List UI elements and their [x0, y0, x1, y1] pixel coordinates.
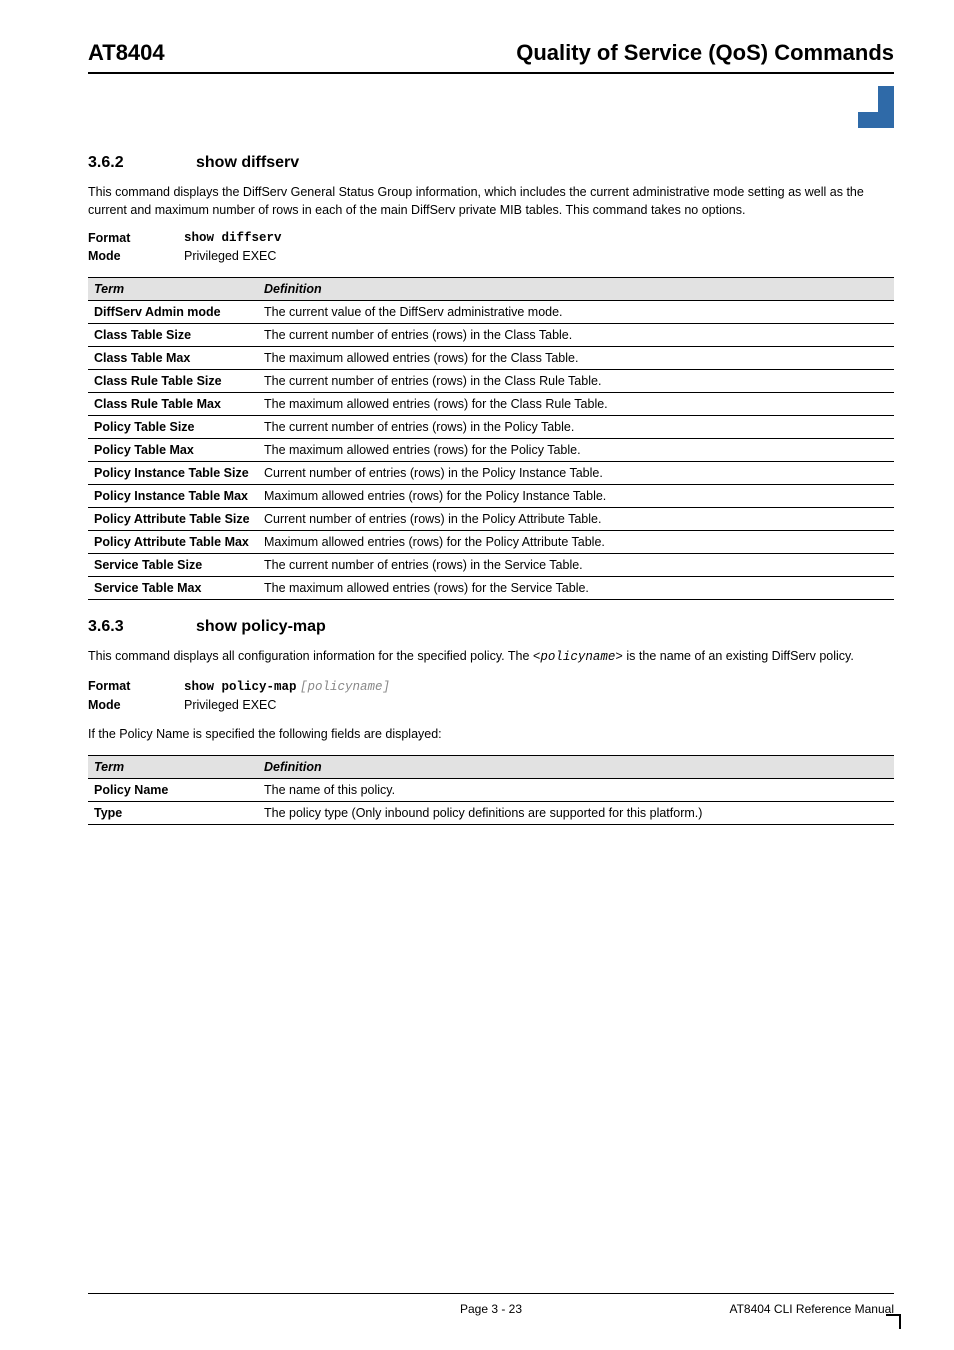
term-cell: Policy Attribute Table Size: [88, 508, 258, 531]
term-cell: Class Table Max: [88, 347, 258, 370]
section-title: show diffserv: [196, 154, 299, 172]
table-row: Class Rule Table SizeThe current number …: [88, 370, 894, 393]
format-cmd: show policy-map: [184, 680, 297, 694]
mode-label: Mode: [88, 698, 184, 712]
def-cell: The current number of entries (rows) in …: [258, 370, 894, 393]
term-cell: Policy Instance Table Max: [88, 485, 258, 508]
def-cell: The policy type (Only inbound policy def…: [258, 802, 894, 825]
section-number: 3.6.2: [88, 154, 144, 172]
crop-mark-icon: [886, 1301, 914, 1334]
term-cell: Policy Table Size: [88, 416, 258, 439]
section-intro: This command displays all configuration …: [88, 648, 894, 667]
table-row: Policy Attribute Table MaxMaximum allowe…: [88, 531, 894, 554]
policy-fields-table: Term Definition Policy NameThe name of t…: [88, 755, 894, 825]
table-row: Service Table MaxThe maximum allowed ent…: [88, 577, 894, 600]
term-cell: Policy Attribute Table Max: [88, 531, 258, 554]
term-cell: Policy Name: [88, 779, 258, 802]
table-row: Policy Attribute Table SizeCurrent numbe…: [88, 508, 894, 531]
intro-post: is the name of an existing DiffServ poli…: [623, 649, 854, 663]
def-cell: The name of this policy.: [258, 779, 894, 802]
def-cell: Current number of entries (rows) in the …: [258, 462, 894, 485]
def-cell: The current number of entries (rows) in …: [258, 416, 894, 439]
page-footer: Page 3 - 23 AT8404 CLI Reference Manual: [88, 1293, 894, 1316]
def-cell: The maximum allowed entries (rows) for t…: [258, 439, 894, 462]
section-title: show policy-map: [196, 618, 326, 636]
def-cell: The current number of entries (rows) in …: [258, 324, 894, 347]
term-cell: Type: [88, 802, 258, 825]
term-cell: Class Rule Table Max: [88, 393, 258, 416]
def-cell: The current value of the DiffServ admini…: [258, 301, 894, 324]
col-definition: Definition: [258, 756, 894, 779]
table-row: Class Table SizeThe current number of en…: [88, 324, 894, 347]
def-cell: The maximum allowed entries (rows) for t…: [258, 347, 894, 370]
format-label: Format: [88, 231, 184, 245]
header-rule: [88, 72, 894, 74]
intro-code: <policyname>: [533, 650, 623, 664]
mode-value: Privileged EXEC: [184, 249, 276, 263]
table-row: Class Rule Table MaxThe maximum allowed …: [88, 393, 894, 416]
table-row: Policy Table SizeThe current number of e…: [88, 416, 894, 439]
format-label: Format: [88, 679, 184, 694]
table-row: Policy Instance Table MaxMaximum allowed…: [88, 485, 894, 508]
fields-note: If the Policy Name is specified the foll…: [88, 726, 894, 744]
mode-value: Privileged EXEC: [184, 698, 276, 712]
table-row: Policy NameThe name of this policy.: [88, 779, 894, 802]
doc-model: AT8404: [88, 40, 165, 66]
section-intro: This command displays the DiffServ Gener…: [88, 184, 894, 219]
term-cell: Policy Instance Table Size: [88, 462, 258, 485]
mode-label: Mode: [88, 249, 184, 263]
def-cell: Current number of entries (rows) in the …: [258, 508, 894, 531]
brand-mark: [88, 86, 894, 136]
footer-rule: [88, 1293, 894, 1294]
format-value: show diffserv: [184, 231, 282, 245]
doc-chapter-title: Quality of Service (QoS) Commands: [516, 40, 894, 66]
def-cell: Maximum allowed entries (rows) for the P…: [258, 485, 894, 508]
format-arg: [policyname]: [300, 680, 390, 694]
table-row: DiffServ Admin modeThe current value of …: [88, 301, 894, 324]
term-cell: Class Rule Table Size: [88, 370, 258, 393]
table-row: Class Table MaxThe maximum allowed entri…: [88, 347, 894, 370]
table-row: TypeThe policy type (Only inbound policy…: [88, 802, 894, 825]
term-cell: Policy Table Max: [88, 439, 258, 462]
def-cell: The maximum allowed entries (rows) for t…: [258, 393, 894, 416]
page-number: Page 3 - 23: [460, 1302, 522, 1316]
intro-pre: This command displays all configuration …: [88, 649, 533, 663]
table-row: Policy Table MaxThe maximum allowed entr…: [88, 439, 894, 462]
term-cell: Service Table Size: [88, 554, 258, 577]
term-cell: DiffServ Admin mode: [88, 301, 258, 324]
term-cell: Class Table Size: [88, 324, 258, 347]
table-row: Service Table SizeThe current number of …: [88, 554, 894, 577]
section-number: 3.6.3: [88, 618, 144, 636]
def-cell: The current number of entries (rows) in …: [258, 554, 894, 577]
col-term: Term: [88, 756, 258, 779]
def-cell: Maximum allowed entries (rows) for the P…: [258, 531, 894, 554]
table-row: Policy Instance Table SizeCurrent number…: [88, 462, 894, 485]
def-cell: The maximum allowed entries (rows) for t…: [258, 577, 894, 600]
col-definition: Definition: [258, 278, 894, 301]
manual-title: AT8404 CLI Reference Manual: [729, 1302, 894, 1316]
term-cell: Service Table Max: [88, 577, 258, 600]
diffserv-fields-table: Term Definition DiffServ Admin modeThe c…: [88, 277, 894, 600]
col-term: Term: [88, 278, 258, 301]
